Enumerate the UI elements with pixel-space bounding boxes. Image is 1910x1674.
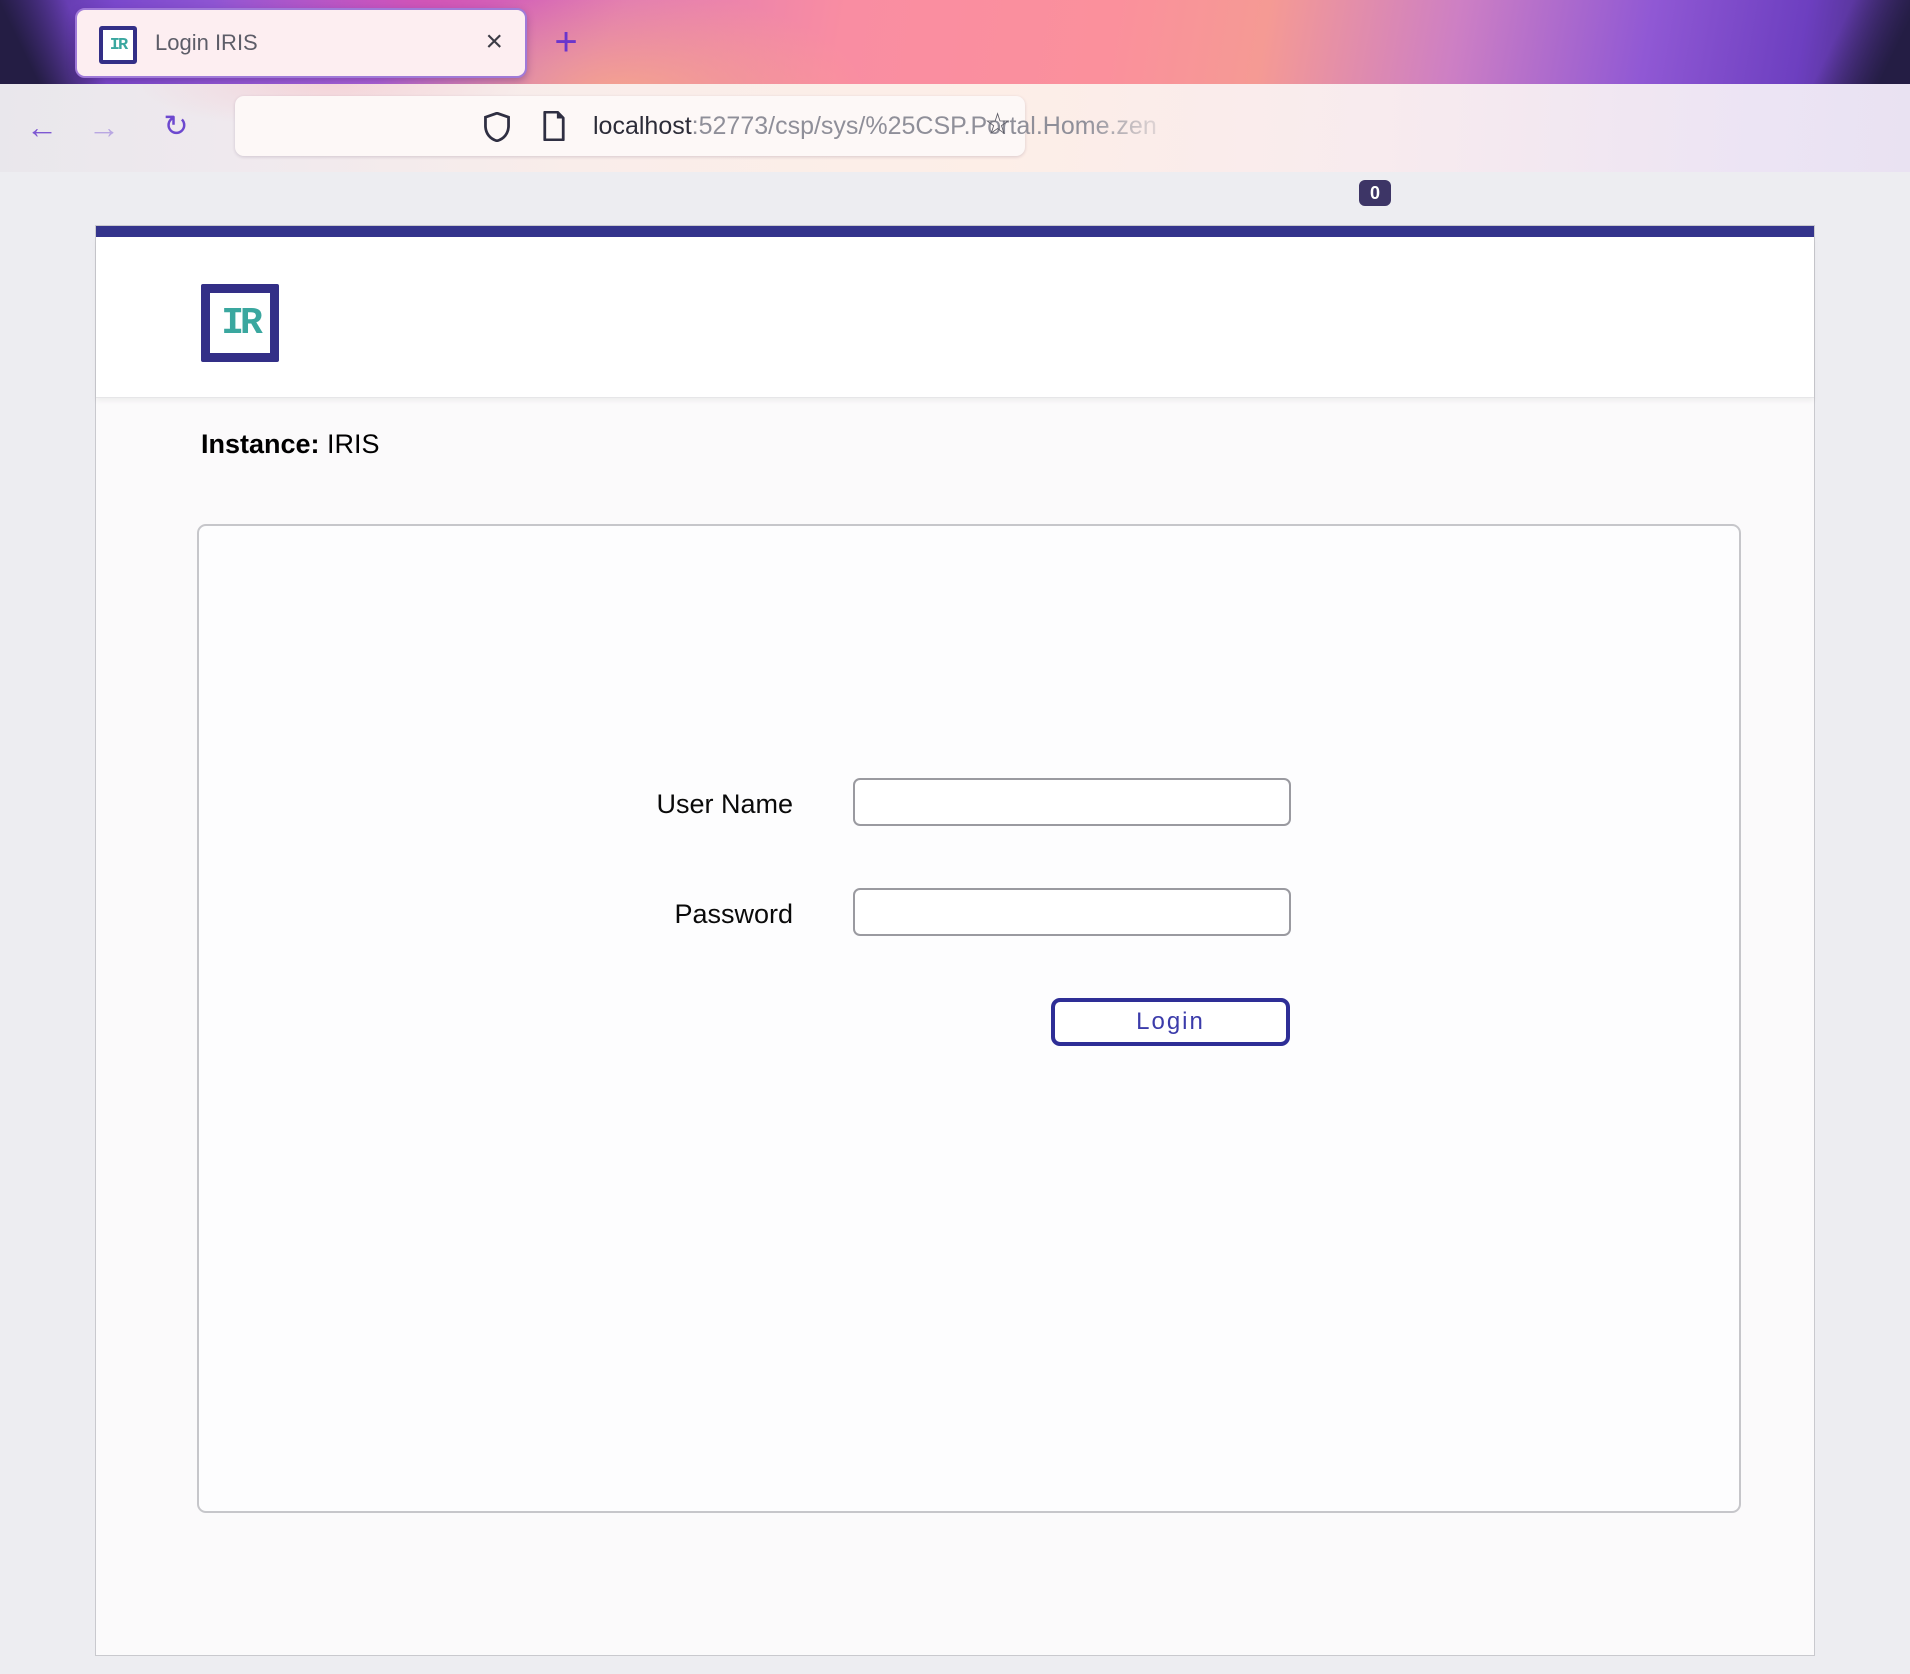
login-panel: User Name Password Login: [197, 524, 1741, 1513]
forward-icon[interactable]: →: [80, 84, 128, 172]
password-field[interactable]: [853, 888, 1291, 936]
login-page-card: IR Instance: IRIS User Name Password Log…: [95, 225, 1815, 1656]
page-background: IR Instance: IRIS User Name Password Log…: [0, 172, 1910, 1674]
tab-close-icon[interactable]: ×: [485, 10, 503, 76]
tab-favicon-iris-icon: IR: [99, 26, 137, 64]
url-text[interactable]: localhost:52773/csp/sys/%25CSP.Portal.Ho…: [593, 96, 1193, 156]
instance-value: IRIS: [320, 429, 380, 459]
instance-row: Instance: IRIS: [201, 429, 380, 460]
page-info-icon[interactable]: [541, 111, 567, 141]
instance-label: Instance:: [201, 429, 320, 459]
back-icon[interactable]: ←: [18, 84, 66, 172]
browser-titlebar: IR Login IRIS × + ×: [0, 0, 1910, 84]
username-field[interactable]: [853, 778, 1291, 826]
bookmark-star-icon[interactable]: ☆: [984, 96, 1011, 156]
reload-icon[interactable]: ↻: [152, 84, 200, 172]
password-label: Password: [493, 888, 793, 936]
page-accent-bar: [96, 226, 1814, 237]
url-path: :52773/csp/sys/%25CSP.Portal.Home.zen: [692, 112, 1157, 140]
username-label: User Name: [493, 778, 793, 826]
browser-tab[interactable]: IR Login IRIS ×: [75, 8, 527, 78]
tab-title: Login IRIS: [155, 10, 258, 76]
browser-navbar: ← → ↻ localhost:52773/csp/sys/%25CSP.Por…: [0, 84, 1910, 172]
ghostery-count-badge: 0: [1359, 180, 1391, 206]
url-bar[interactable]: localhost:52773/csp/sys/%25CSP.Portal.Ho…: [235, 96, 1025, 156]
tracking-protection-shield-icon[interactable]: [483, 112, 511, 142]
login-button[interactable]: Login: [1051, 998, 1290, 1046]
page-header: IR: [96, 237, 1814, 398]
iris-logo: IR: [201, 284, 279, 362]
new-tab-button[interactable]: +: [546, 22, 586, 62]
url-host: localhost: [593, 112, 692, 140]
